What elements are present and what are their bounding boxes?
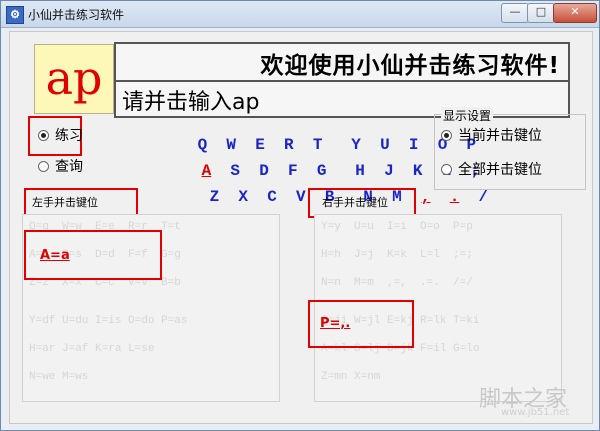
right-faint-row: N=n M=m ,=, .=. /=/ [321, 277, 473, 289]
display-settings-group: 显示设置 当前并击键位 全部并击键位 [434, 107, 586, 190]
display-settings-title: 显示设置 [441, 107, 494, 124]
title-bar[interactable]: ⚙ 小仙并击练习软件 — □ ✕ [1, 1, 599, 28]
all-keys-radio[interactable]: 全部并击键位 [441, 159, 542, 179]
left-faint-row: N=we M=ws [29, 371, 89, 383]
right-current-pair: P=,. [320, 316, 351, 331]
app-icon: ⚙ [6, 6, 24, 24]
key-comma: , [420, 188, 431, 206]
prompt-text: 请并击输入ap [122, 90, 260, 115]
welcome-panel: 欢迎使用小仙并击练习软件! 请并击输入ap [114, 42, 570, 118]
query-radio[interactable]: 查询 [38, 156, 83, 176]
query-label: 查询 [55, 159, 83, 175]
key-z: Z [209, 188, 220, 206]
key-period: . [449, 188, 460, 206]
minimize-button[interactable]: — [501, 3, 529, 23]
key-c: C [267, 188, 277, 206]
right-faint-row: Z=mn X=nm [321, 371, 381, 383]
right-faint-row: Y=y U=u I=i O=o P=p [321, 221, 473, 233]
radio-selected-icon [441, 129, 452, 141]
close-button[interactable]: ✕ [553, 3, 597, 23]
radio-unselected-icon [441, 163, 452, 175]
target-letters-display: ap [34, 44, 114, 114]
right-panel-label: 右手并击键位 [322, 196, 388, 209]
radio-unselected-icon [38, 160, 49, 172]
welcome-title: 欢迎使用小仙并击练习软件! [260, 53, 560, 79]
left-current-pair: A=a [40, 248, 70, 263]
left-faint-row: H=ar J=af K=ra L=se [29, 343, 155, 355]
all-keys-label: 全部并击键位 [458, 162, 542, 178]
watermark-url: www.jb51.net [501, 407, 570, 418]
key-x: X [238, 188, 249, 206]
practice-radio[interactable]: 练习 [38, 125, 83, 145]
welcome-divider [116, 80, 568, 82]
practice-label: 练习 [55, 128, 83, 144]
left-faint-row: Y=df U=du I=is O=do P=as [29, 315, 188, 327]
current-keys-radio[interactable]: 当前并击键位 [441, 125, 542, 145]
current-keys-label: 当前并击键位 [458, 128, 542, 144]
right-faint-row: H=h J=j K=k L=l ;=; [321, 249, 473, 261]
radio-selected-icon [38, 129, 49, 141]
key-v: V [296, 188, 306, 206]
key-slash: / [478, 188, 489, 206]
client-area: ap 欢迎使用小仙并击练习软件! 请并击输入ap 练习 查询 Q W E R T… [9, 31, 593, 424]
window-title: 小仙并击练习软件 [28, 8, 125, 22]
maximize-button[interactable]: □ [527, 3, 555, 23]
left-panel-label: 左手并击键位 [32, 196, 98, 209]
app-window: ⚙ 小仙并击练习软件 — □ ✕ ap 欢迎使用小仙并击练习软件! 请并击输入a… [0, 0, 600, 431]
